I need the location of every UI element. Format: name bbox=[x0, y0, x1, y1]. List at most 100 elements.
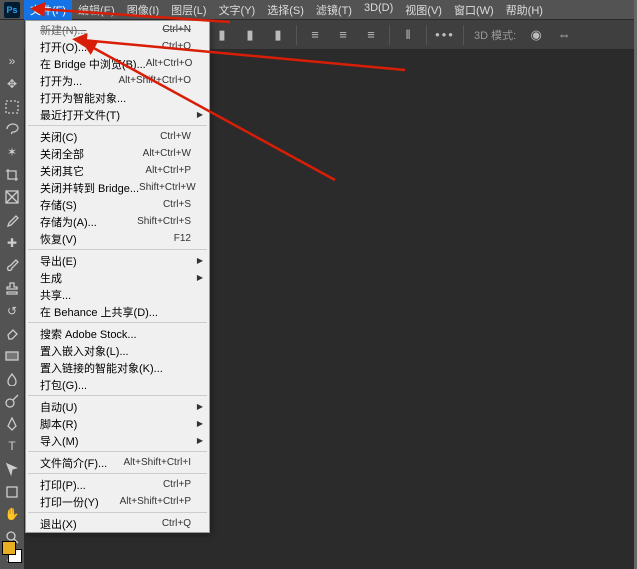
file-menu-item-11[interactable]: 存储(S) Ctrl+S bbox=[26, 196, 209, 213]
menu-item-label: 打开(O)... bbox=[40, 39, 87, 55]
file-menu-item-2[interactable]: 在 Bridge 中浏览(B)...Alt+Ctrl+O bbox=[26, 55, 209, 72]
menu-item-label: 关闭其它 bbox=[40, 163, 84, 179]
file-menu-item-31[interactable]: 打印(P)...Ctrl+P bbox=[26, 476, 209, 493]
pan-icon[interactable]: ⇔ bbox=[552, 23, 576, 47]
menu-item-shortcut: F12 bbox=[174, 233, 191, 244]
menu-item-label: 共享... bbox=[40, 287, 71, 303]
menu-item-label: 自动(U) bbox=[40, 399, 77, 415]
file-menu-item-4[interactable]: 打开为智能对象... bbox=[26, 89, 209, 106]
menu-item-8[interactable]: 视图(V) bbox=[399, 0, 448, 20]
align-center-icon[interactable]: ▮ bbox=[238, 23, 262, 47]
menu-item-label: 退出(X) bbox=[40, 516, 77, 532]
more-icon[interactable]: ••• bbox=[433, 23, 457, 47]
menu-item-2[interactable]: 图像(I) bbox=[121, 0, 165, 20]
file-menu-item-5[interactable]: 最近打开文件(T) bbox=[26, 106, 209, 123]
menu-item-label: 新建(N)... bbox=[40, 22, 86, 38]
file-menu-item-0[interactable]: 新建(N)... Ctrl+N bbox=[26, 21, 209, 38]
path-select-icon[interactable] bbox=[2, 460, 22, 479]
menu-separator bbox=[28, 512, 207, 513]
app-icon: Ps bbox=[4, 2, 20, 18]
file-menu-item-12[interactable]: 存储为(A)...Shift+Ctrl+S bbox=[26, 213, 209, 230]
file-menu-item-3[interactable]: 打开为...Alt+Shift+Ctrl+O bbox=[26, 72, 209, 89]
file-menu-item-22[interactable]: 置入链接的智能对象(K)... bbox=[26, 359, 209, 376]
menu-item-1[interactable]: 编辑(E) bbox=[72, 0, 121, 20]
lasso-tool-icon[interactable] bbox=[2, 120, 22, 139]
menu-item-shortcut: Alt+Ctrl+W bbox=[143, 148, 191, 159]
hand-tool-icon[interactable]: ✋ bbox=[2, 505, 22, 524]
menu-item-5[interactable]: 选择(S) bbox=[261, 0, 310, 20]
eyedropper-tool-icon[interactable] bbox=[2, 211, 22, 230]
file-menu-item-20[interactable]: 搜索 Adobe Stock... bbox=[26, 325, 209, 342]
brush-tool-icon[interactable] bbox=[2, 256, 22, 275]
dodge-tool-icon[interactable] bbox=[2, 392, 22, 411]
heal-tool-icon[interactable]: ✚ bbox=[2, 233, 22, 252]
menu-item-label: 恢复(V) bbox=[40, 231, 77, 247]
menu-item-label: 打包(G)... bbox=[40, 377, 87, 393]
move-tool-icon[interactable]: ✥ bbox=[2, 75, 22, 94]
gradient-tool-icon[interactable] bbox=[2, 347, 22, 366]
dist-v-icon[interactable]: ‖ bbox=[396, 23, 420, 47]
marquee-tool-icon[interactable] bbox=[2, 97, 22, 116]
menu-item-label: 文件简介(F)... bbox=[40, 455, 107, 471]
menu-item-shortcut: Ctrl+N bbox=[162, 24, 191, 35]
menu-item-label: 脚本(R) bbox=[40, 416, 77, 432]
shape-tool-icon[interactable] bbox=[2, 482, 22, 501]
menu-item-7[interactable]: 3D(D) bbox=[358, 0, 399, 20]
menu-item-label: 置入链接的智能对象(K)... bbox=[40, 360, 163, 376]
file-menu-item-10[interactable]: 关闭并转到 Bridge...Shift+Ctrl+W bbox=[26, 179, 209, 196]
menu-item-shortcut: Ctrl+Q bbox=[162, 518, 191, 529]
menu-separator bbox=[28, 249, 207, 250]
stamp-tool-icon[interactable] bbox=[2, 279, 22, 298]
file-menu-item-34[interactable]: 退出(X) Ctrl+Q bbox=[26, 515, 209, 532]
menu-item-6[interactable]: 滤镜(T) bbox=[310, 0, 358, 20]
crop-tool-icon[interactable] bbox=[2, 165, 22, 184]
menu-item-4[interactable]: 文字(Y) bbox=[213, 0, 262, 20]
file-menu-item-9[interactable]: 关闭其它Alt+Ctrl+P bbox=[26, 162, 209, 179]
blur-tool-icon[interactable] bbox=[2, 369, 22, 388]
history-brush-icon[interactable]: ↺ bbox=[2, 301, 22, 320]
align-left-icon[interactable]: ▮ bbox=[210, 23, 234, 47]
menu-item-label: 打开为智能对象... bbox=[40, 90, 126, 106]
menu-item-10[interactable]: 帮助(H) bbox=[500, 0, 549, 20]
file-menu-item-26[interactable]: 脚本(R) bbox=[26, 415, 209, 432]
menu-item-label: 在 Behance 上共享(D)... bbox=[40, 304, 158, 320]
file-menu-item-32[interactable]: 打印一份(Y)Alt+Shift+Ctrl+P bbox=[26, 493, 209, 510]
menu-item-label: 存储(S) bbox=[40, 197, 77, 213]
file-menu-item-25[interactable]: 自动(U) bbox=[26, 398, 209, 415]
foreground-color-swatch[interactable] bbox=[2, 541, 16, 555]
file-menu-item-21[interactable]: 置入嵌入对象(L)... bbox=[26, 342, 209, 359]
file-menu-item-23[interactable]: 打包(G)... bbox=[26, 376, 209, 393]
file-menu-item-13[interactable]: 恢复(V) F12 bbox=[26, 230, 209, 247]
menu-item-label: 搜索 Adobe Stock... bbox=[40, 326, 137, 342]
file-menu-item-17[interactable]: 共享... bbox=[26, 286, 209, 303]
menu-item-shortcut: Alt+Shift+Ctrl+I bbox=[123, 457, 191, 468]
dist-h2-icon[interactable]: ≡ bbox=[331, 23, 355, 47]
menu-separator bbox=[28, 322, 207, 323]
file-menu-item-16[interactable]: 生成 bbox=[26, 269, 209, 286]
collapse-icon[interactable]: » bbox=[2, 52, 22, 71]
menu-item-9[interactable]: 窗口(W) bbox=[448, 0, 500, 20]
file-menu-item-27[interactable]: 导入(M) bbox=[26, 432, 209, 449]
file-menu-item-29[interactable]: 文件简介(F)... Alt+Shift+Ctrl+I bbox=[26, 454, 209, 471]
menu-item-label: 导出(E) bbox=[40, 253, 77, 269]
file-menu-item-7[interactable]: 关闭(C)Ctrl+W bbox=[26, 128, 209, 145]
menu-item-0[interactable]: 文件(F) bbox=[24, 0, 72, 20]
dist-h1-icon[interactable]: ≡ bbox=[303, 23, 327, 47]
file-menu-item-18[interactable]: 在 Behance 上共享(D)... bbox=[26, 303, 209, 320]
eraser-tool-icon[interactable] bbox=[2, 324, 22, 343]
wand-tool-icon[interactable]: ✶ bbox=[2, 143, 22, 162]
menu-item-shortcut: Ctrl+S bbox=[163, 199, 191, 210]
menu-item-shortcut: Shift+Ctrl+W bbox=[139, 182, 196, 193]
menu-item-label: 置入嵌入对象(L)... bbox=[40, 343, 129, 359]
dist-h3-icon[interactable]: ≡ bbox=[359, 23, 383, 47]
file-menu-item-8[interactable]: 关闭全部Alt+Ctrl+W bbox=[26, 145, 209, 162]
type-tool-icon[interactable]: T bbox=[2, 437, 22, 456]
file-menu-item-15[interactable]: 导出(E) bbox=[26, 252, 209, 269]
file-menu-item-1[interactable]: 打开(O)...Ctrl+O bbox=[26, 38, 209, 55]
pen-tool-icon[interactable] bbox=[2, 415, 22, 434]
align-right-icon[interactable]: ▮ bbox=[266, 23, 290, 47]
frame-tool-icon[interactable] bbox=[2, 188, 22, 207]
orbit-icon[interactable]: ◉ bbox=[524, 23, 548, 47]
color-swatches[interactable] bbox=[2, 541, 22, 563]
menu-item-3[interactable]: 图层(L) bbox=[165, 0, 212, 20]
